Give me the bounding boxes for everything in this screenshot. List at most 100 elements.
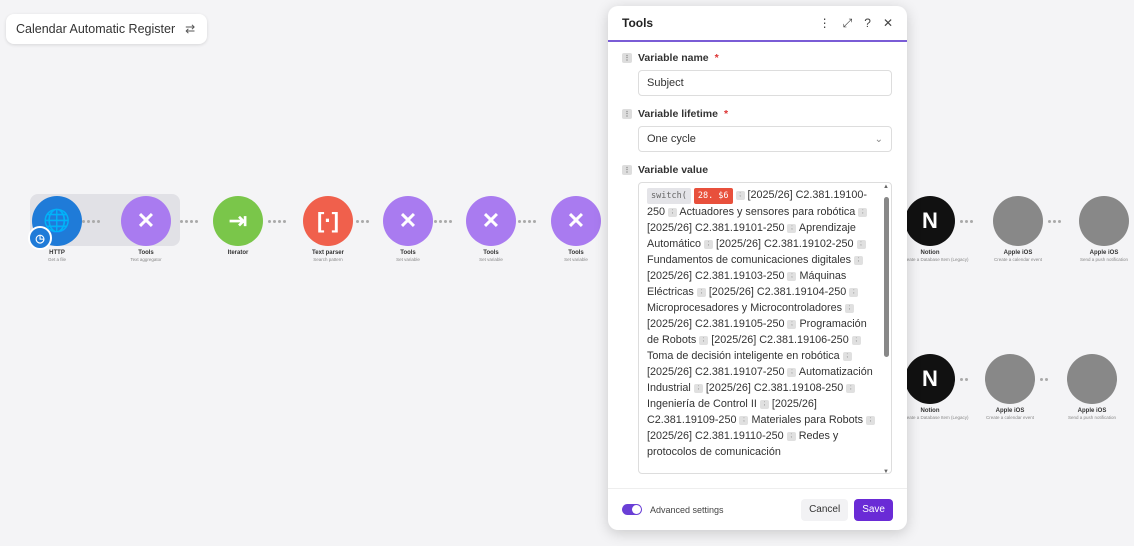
separator-token: ; [858, 207, 868, 217]
value-segment: [2025/26] C2.381.19107-250 [647, 366, 785, 378]
module-sub: Set variable [396, 257, 420, 262]
module-sub: Get a file [47, 257, 66, 262]
function-token[interactable]: switch( [647, 188, 691, 204]
separator-token: ; [786, 431, 796, 441]
separator-token: ; [845, 303, 855, 313]
connector [1040, 374, 1048, 384]
value-segment: Toma de decisión inteligente en robótica [647, 350, 840, 362]
tools-icon: ✕ [551, 196, 601, 246]
chevron-down-icon: ⌄ [874, 133, 883, 145]
tools-icon: ✕ [121, 196, 171, 246]
module-sub: Set variable [564, 257, 588, 262]
value-segment: [2025/26] C2.381.19103-250 [647, 270, 785, 282]
scenario-canvas[interactable]: Calendar Automatic Register ⇄ 🌐 ◷ HTTP G… [0, 0, 1134, 546]
separator-token: ; [846, 383, 856, 393]
field-label: Variable lifetime [638, 108, 718, 120]
connector [268, 216, 286, 226]
variable-name-input[interactable]: Subject [638, 70, 892, 96]
globe-icon: 🌐 ◷ [28, 196, 82, 250]
module-http[interactable]: 🌐 ◷ HTTP Get a file [28, 196, 85, 262]
separator-token: ; [693, 383, 703, 393]
module-label: Tools [483, 250, 499, 256]
module-label: Notion [920, 408, 940, 414]
scenario-name: Calendar Automatic Register [16, 22, 176, 36]
save-button[interactable]: Save [854, 498, 893, 521]
value-segment: [2025/26] C2.381.19104-250 [708, 286, 847, 298]
advanced-settings-toggle[interactable] [622, 504, 642, 515]
module-apple-2[interactable]: Apple iOS Send a push notification [1076, 196, 1132, 262]
connector [960, 374, 968, 384]
module-label: Notion [920, 250, 940, 256]
module-apple-3[interactable]: Apple iOS Create a calendar event [982, 354, 1038, 420]
separator-token: ; [668, 207, 678, 217]
clock-icon: ◷ [28, 226, 52, 250]
value-segment: Actuadores y sensores para robótica [679, 206, 856, 218]
notion-icon: N [905, 196, 955, 246]
scenario-name-chip[interactable]: Calendar Automatic Register ⇄ [6, 14, 208, 44]
value-segment: [2025/26] C2.381.19102-250 [716, 238, 854, 250]
field-label: Variable value [638, 164, 709, 176]
connector [356, 216, 369, 226]
module-apple-1[interactable]: Apple iOS Create a calendar event [990, 196, 1046, 262]
separator-token: ; [787, 271, 797, 281]
scroll-down-icon[interactable]: ▼ [883, 469, 889, 473]
separator-token: ; [699, 335, 709, 345]
module-tools-3[interactable]: ✕ Tools Set variable [463, 196, 519, 262]
field-label: Variable name [638, 52, 709, 64]
separator-token: ; [759, 399, 769, 409]
scroll-up-icon[interactable]: ▲ [883, 184, 889, 190]
separator-token: ; [739, 415, 749, 425]
module-sub: Text aggregator [130, 257, 162, 262]
module-sub: Create a Database Item (Legacy) [902, 415, 969, 420]
separator-token: ; [866, 415, 876, 425]
value-segment: [2025/26] C2.381.19106-250 [711, 334, 849, 346]
apple-icon [985, 354, 1035, 404]
scroll-thumb[interactable] [884, 197, 889, 357]
value-segment: [2025/26] C2.381.19110-250 [647, 430, 784, 442]
swap-icon[interactable]: ⇄ [185, 22, 195, 36]
module-label: Apple iOS [1077, 408, 1107, 414]
module-label: Text parser [312, 250, 344, 256]
module-label: Tools [568, 250, 584, 256]
module-sub: Search pattern [313, 257, 343, 262]
separator-token: ; [854, 255, 864, 265]
more-options-icon[interactable]: ⋮ [819, 16, 831, 31]
variable-lifetime-select[interactable]: One cycle ⌄ [638, 126, 892, 152]
module-sub: Create a calendar event [985, 415, 1035, 420]
separator-token: ; [856, 239, 866, 249]
separator-token: ; [735, 190, 745, 200]
expand-icon[interactable]: ⤢ [843, 16, 853, 31]
editor-scrollbar[interactable]: ▲ ▼ [883, 184, 889, 473]
cancel-button[interactable]: Cancel [801, 498, 849, 521]
module-label: Apple iOS [1003, 250, 1033, 256]
separator-token: ; [851, 335, 861, 345]
module-sub: Send a push notification [1079, 257, 1129, 262]
module-label: HTTP [49, 250, 65, 256]
module-iterator[interactable]: ⇥ Iterator [210, 196, 266, 257]
apple-icon [1079, 196, 1129, 246]
module-sub: Create a Database Item (Legacy) [902, 257, 969, 262]
value-segment: Materiales para Robots [751, 414, 864, 426]
module-tools-2[interactable]: ✕ Tools Set variable [380, 196, 436, 262]
separator-token: ; [704, 239, 714, 249]
module-tools-1[interactable]: ✕ Tools Text aggregator [118, 196, 174, 262]
module-notion-2[interactable]: N Notion Create a Database Item (Legacy) [902, 354, 969, 420]
mapped-value-pill[interactable]: 28. $6 [693, 188, 733, 204]
help-icon[interactable]: ? [864, 16, 871, 31]
separator-token: ; [787, 223, 797, 233]
apple-icon [1067, 354, 1117, 404]
connector [180, 216, 198, 226]
value-segment: Ingeniería de Control II [647, 398, 757, 410]
module-apple-4[interactable]: Apple iOS Send a push notification [1064, 354, 1120, 420]
variable-value-editor[interactable]: switch( 28. $6 ; [2025/26] C2.381.19100-… [638, 182, 892, 474]
value-segment: [2025/26] C2.381.19105-250 [647, 318, 785, 330]
module-text-parser[interactable]: [·] Text parser Search pattern [300, 196, 356, 262]
module-sub: Create a calendar event [993, 257, 1043, 262]
module-tools-4[interactable]: ✕ Tools Set variable [548, 196, 604, 262]
tools-icon: ✕ [466, 196, 516, 246]
tools-settings-panel: Tools ⋮ ⤢ ? ✕ ⋮ Variable name * Subject ⋮ V… [608, 6, 907, 530]
notion-icon: N [905, 354, 955, 404]
close-icon[interactable]: ✕ [883, 16, 893, 31]
module-notion-1[interactable]: N Notion Create a Database Item (Legacy) [902, 196, 969, 262]
separator-token: ; [787, 319, 797, 329]
